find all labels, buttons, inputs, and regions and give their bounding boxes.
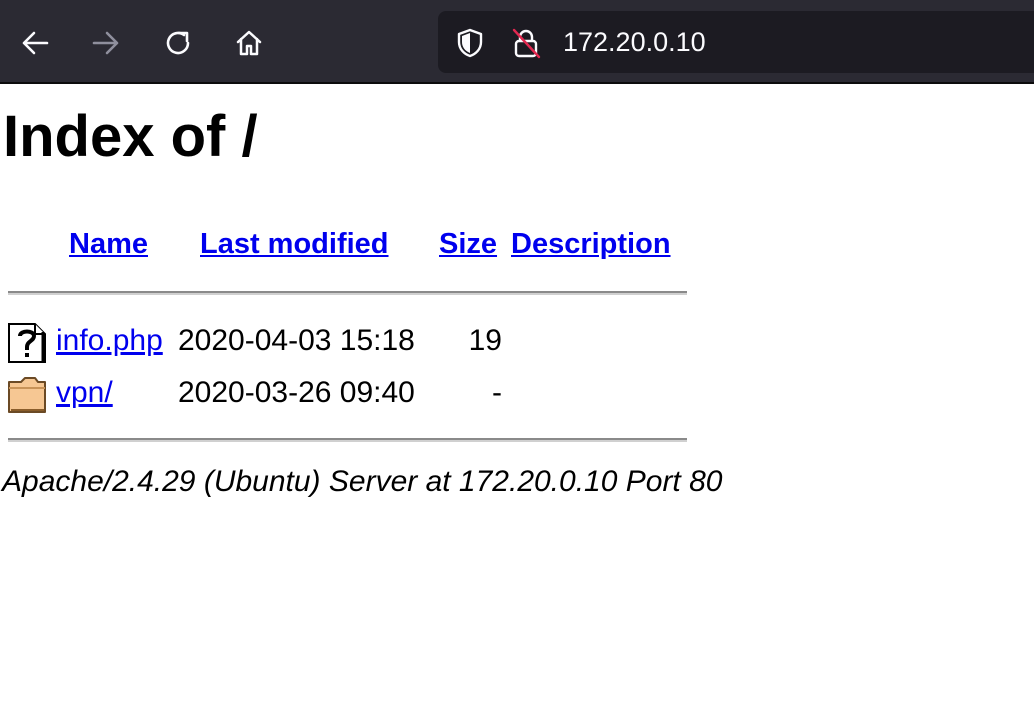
entry-size: - — [492, 376, 502, 409]
entry-link[interactable]: info.php — [56, 323, 163, 359]
forward-arrow-icon — [92, 31, 119, 55]
forward-button[interactable] — [83, 20, 129, 66]
table-row: info.php 2020-04-03 15:18 19 — [0, 318, 700, 366]
bottom-divider — [8, 438, 687, 442]
browser-toolbar: 172.20.0.10 — [0, 0, 1034, 84]
reload-button[interactable] — [155, 20, 201, 66]
entry-last-modified: 2020-04-03 15:18 — [178, 324, 415, 357]
reload-icon — [166, 31, 190, 55]
insecure-lock-icon — [512, 28, 541, 59]
unknown-file-icon — [8, 323, 46, 363]
url-text[interactable]: 172.20.0.10 — [563, 26, 706, 58]
column-header-last-modified[interactable]: Last modified — [200, 226, 389, 262]
shield-icon — [457, 28, 483, 58]
home-button[interactable] — [226, 20, 272, 66]
entry-last-modified: 2020-03-26 09:40 — [178, 376, 415, 409]
server-signature: Apache/2.4.29 (Ubuntu) Server at 172.20.… — [2, 465, 723, 498]
entry-link[interactable]: vpn/ — [56, 375, 113, 411]
table-row: vpn/ 2020-03-26 09:40 - — [0, 370, 700, 418]
column-header-size[interactable]: Size — [439, 226, 497, 262]
home-icon — [236, 30, 262, 56]
back-arrow-icon — [22, 31, 49, 55]
entry-size: 19 — [468, 324, 502, 357]
column-header-description[interactable]: Description — [511, 226, 671, 262]
column-header-name[interactable]: Name — [69, 226, 148, 262]
back-button[interactable] — [12, 20, 58, 66]
page-content: Index of / Name Last modified Size Descr… — [0, 86, 1034, 708]
url-bar[interactable]: 172.20.0.10 — [438, 11, 1034, 73]
folder-icon — [8, 377, 46, 413]
site-info-button[interactable] — [508, 25, 544, 61]
page-title: Index of / — [3, 104, 258, 169]
tracking-protection-button[interactable] — [452, 25, 488, 61]
top-divider — [8, 291, 687, 295]
